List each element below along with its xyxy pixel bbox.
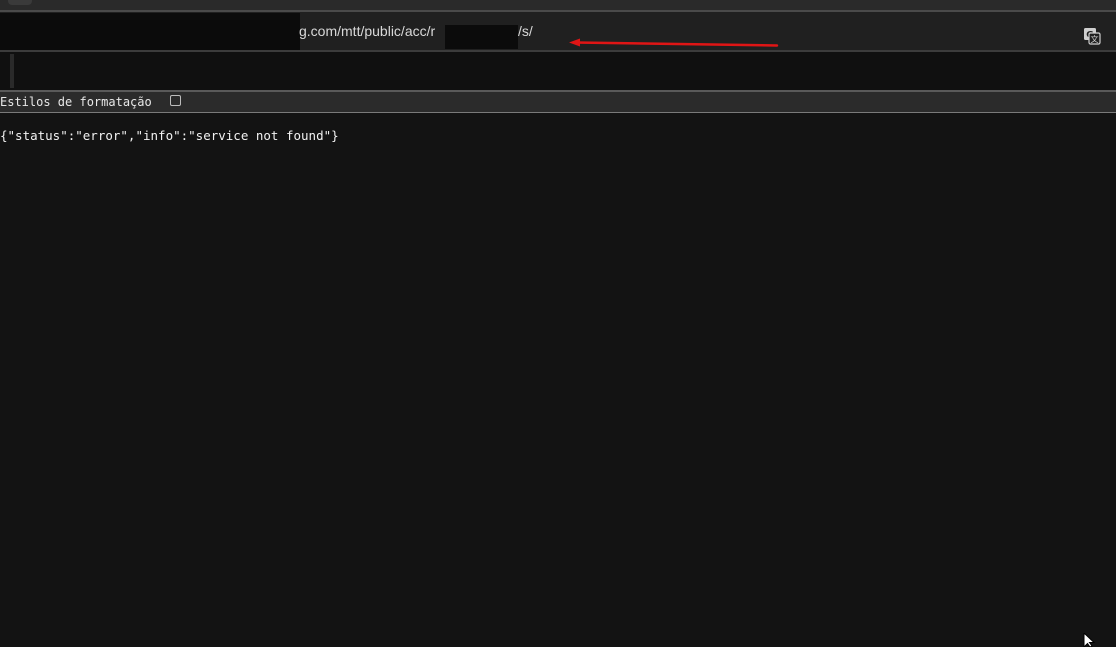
url-text-part-1: g.com/mtt/public/acc/r [299,23,436,39]
redacted-url-segment [0,13,300,50]
format-styles-checkbox[interactable] [170,95,181,106]
translate-icon[interactable]: G 文 [1082,26,1102,46]
json-response-text: {"status":"error","info":"service not fo… [0,128,339,143]
url-text-part-2: /s/ [518,23,533,39]
annotation-arrow-icon [569,38,779,47]
format-styles-label: Estilos de formatação [0,95,152,109]
secondary-toolbar [0,52,1116,90]
address-bar[interactable]: g.com/mtt/public/acc/r /s/ G 文 [0,12,1116,50]
svg-text:文: 文 [1091,34,1099,44]
toolbar-handle[interactable] [10,54,14,88]
redacted-url-segment-2 [445,25,518,49]
browser-tab-stub[interactable] [8,0,32,5]
browser-top-strip [0,0,1116,10]
format-styles-bar: Estilos de formatação [0,92,1116,113]
